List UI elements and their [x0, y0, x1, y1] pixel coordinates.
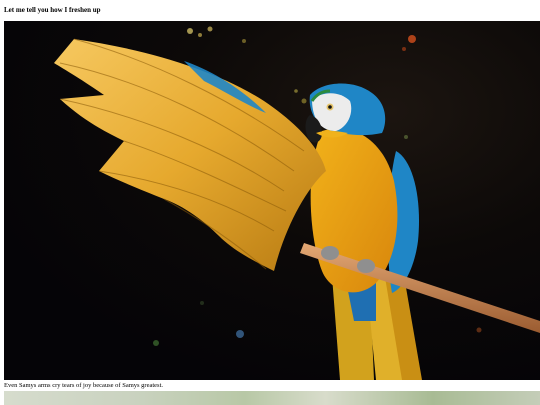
post-heading: Let me tell you how I freshen up [4, 6, 101, 14]
photo-caption: Even Samys arms cry tears of joy because… [4, 382, 164, 389]
next-photo [4, 391, 540, 405]
parrot-illustration [4, 21, 540, 380]
parrot-photo [4, 21, 540, 380]
